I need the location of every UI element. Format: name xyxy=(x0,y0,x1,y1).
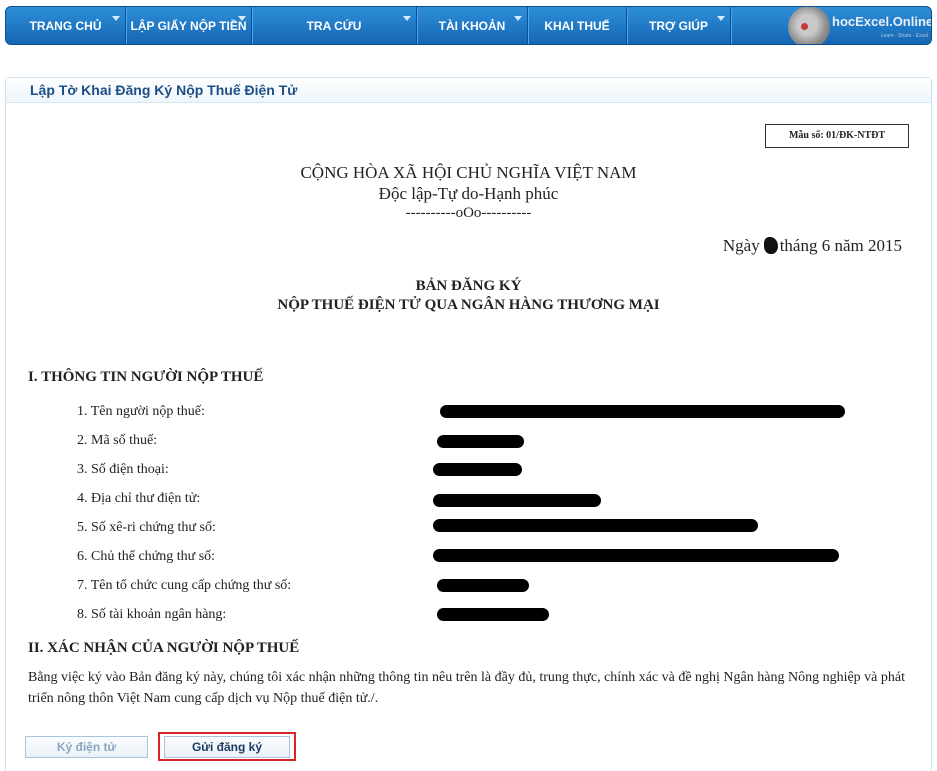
watermark-logo: hocExcel.Online Learn - Share - Excel xyxy=(788,7,932,44)
redacted-value xyxy=(433,463,522,476)
separator: ----------oOo---------- xyxy=(405,205,532,221)
date-prefix: Ngày xyxy=(722,236,760,255)
nav-item-label: TRỢ GIÚP xyxy=(649,18,708,33)
logo-text: hocExcel.Online xyxy=(832,14,932,29)
field-label-cert-provider: 7. Tên tổ chức cung cấp chứng thư số: xyxy=(77,578,292,593)
nav-item-label: TRANG CHỦ xyxy=(29,18,102,33)
nav-item-payment-slip[interactable]: LẬP GIẤY NỘP TIỀN xyxy=(126,7,252,44)
section-taxpayer-info-title: I. THÔNG TIN NGƯỜI NỘP THUẾ xyxy=(28,369,264,385)
nav-item-label: KHAI THUẾ xyxy=(544,18,610,33)
redacted-day xyxy=(763,237,778,254)
confirmation-statement: Bằng việc ký vào Bản đăng ký này, chúng … xyxy=(28,670,906,706)
chevron-down-icon xyxy=(238,16,246,21)
date-line: Ngày tháng 6 năm 2015 xyxy=(723,236,902,256)
chevron-down-icon xyxy=(717,16,725,21)
section-confirmation-title: II. XÁC NHẬN CỦA NGƯỜI NỘP THUẾ xyxy=(28,640,300,656)
logo-icon xyxy=(788,7,830,44)
field-label-bank-account: 8. Số tài khoản ngân hàng: xyxy=(77,607,227,622)
redacted-value xyxy=(437,608,549,621)
redacted-value xyxy=(433,494,601,507)
nav-item-label: TRA CỨU xyxy=(306,18,362,33)
chevron-down-icon xyxy=(112,16,120,21)
field-label-phone: 3. Số điện thoại: xyxy=(77,462,169,477)
document-title: BẢN ĐĂNG KÝ xyxy=(415,278,522,294)
document-subtitle: NỘP THUẾ ĐIỆN TỬ QUA NGÂN HÀNG THƯƠNG MẠ… xyxy=(277,297,660,313)
redacted-value xyxy=(437,579,529,592)
redacted-value xyxy=(440,405,845,418)
panel-title: Lập Tờ Khai Đăng Ký Nộp Thuế Điện Tử xyxy=(6,78,931,103)
redacted-value xyxy=(437,435,524,448)
motto: Độc lập-Tự do-Hạnh phúc xyxy=(378,184,559,203)
chevron-down-icon xyxy=(403,16,411,21)
field-label-taxpayer-name: 1. Tên người nộp thuế: xyxy=(77,404,205,419)
nation-title: CỘNG HÒA XÃ HỘI CHỦ NGHĨA VIỆT NAM xyxy=(300,163,637,182)
field-label-tax-code: 2. Mã số thuế: xyxy=(77,433,158,448)
field-label-cert-subject: 6. Chủ thể chứng thư số: xyxy=(77,549,216,564)
chevron-down-icon xyxy=(514,16,522,21)
nav-item-tax-declaration[interactable]: KHAI THUẾ xyxy=(528,7,627,44)
digital-sign-button[interactable]: Ký điện tử xyxy=(25,736,148,758)
nav-item-label: TÀI KHOẢN xyxy=(438,18,506,33)
submit-registration-button[interactable]: Gửi đăng ký xyxy=(164,736,290,758)
field-label-email: 4. Địa chỉ thư điện tử: xyxy=(77,491,201,506)
form-code-box: Mẫu số: 01/ĐK-NTĐT xyxy=(765,124,909,148)
nav-item-home[interactable]: TRANG CHỦ xyxy=(6,7,126,44)
field-label-cert-serial: 5. Số xê-ri chứng thư số: xyxy=(77,520,216,535)
redacted-value xyxy=(433,549,839,562)
nav-item-help[interactable]: TRỢ GIÚP xyxy=(627,7,731,44)
logo-subtext: Learn - Share - Excel xyxy=(880,33,928,39)
nav-item-label: LẬP GIẤY NỘP TIỀN xyxy=(130,18,247,33)
redacted-value xyxy=(433,519,758,532)
nav-item-lookup[interactable]: TRA CỨU xyxy=(252,7,417,44)
nav-item-account[interactable]: TÀI KHOẢN xyxy=(417,7,528,44)
date-suffix: tháng 6 năm 2015 xyxy=(779,236,902,255)
top-nav-bar: TRANG CHỦ LẬP GIẤY NỘP TIỀN TRA CỨU TÀI … xyxy=(5,6,932,45)
